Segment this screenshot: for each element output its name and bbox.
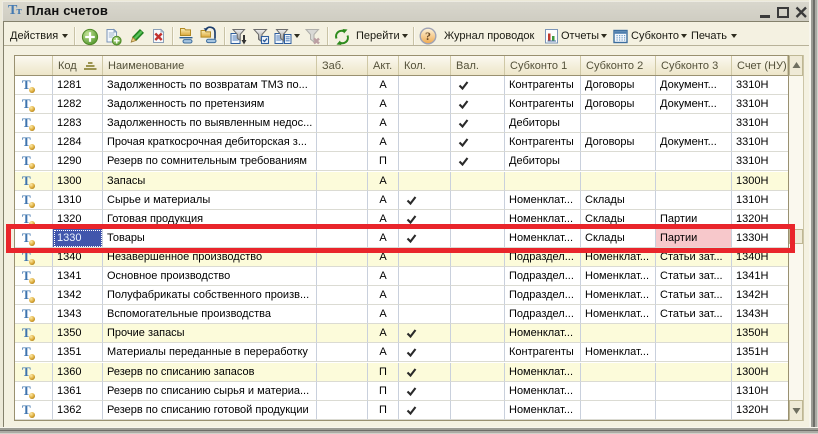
svg-text:?: ?	[425, 29, 431, 43]
